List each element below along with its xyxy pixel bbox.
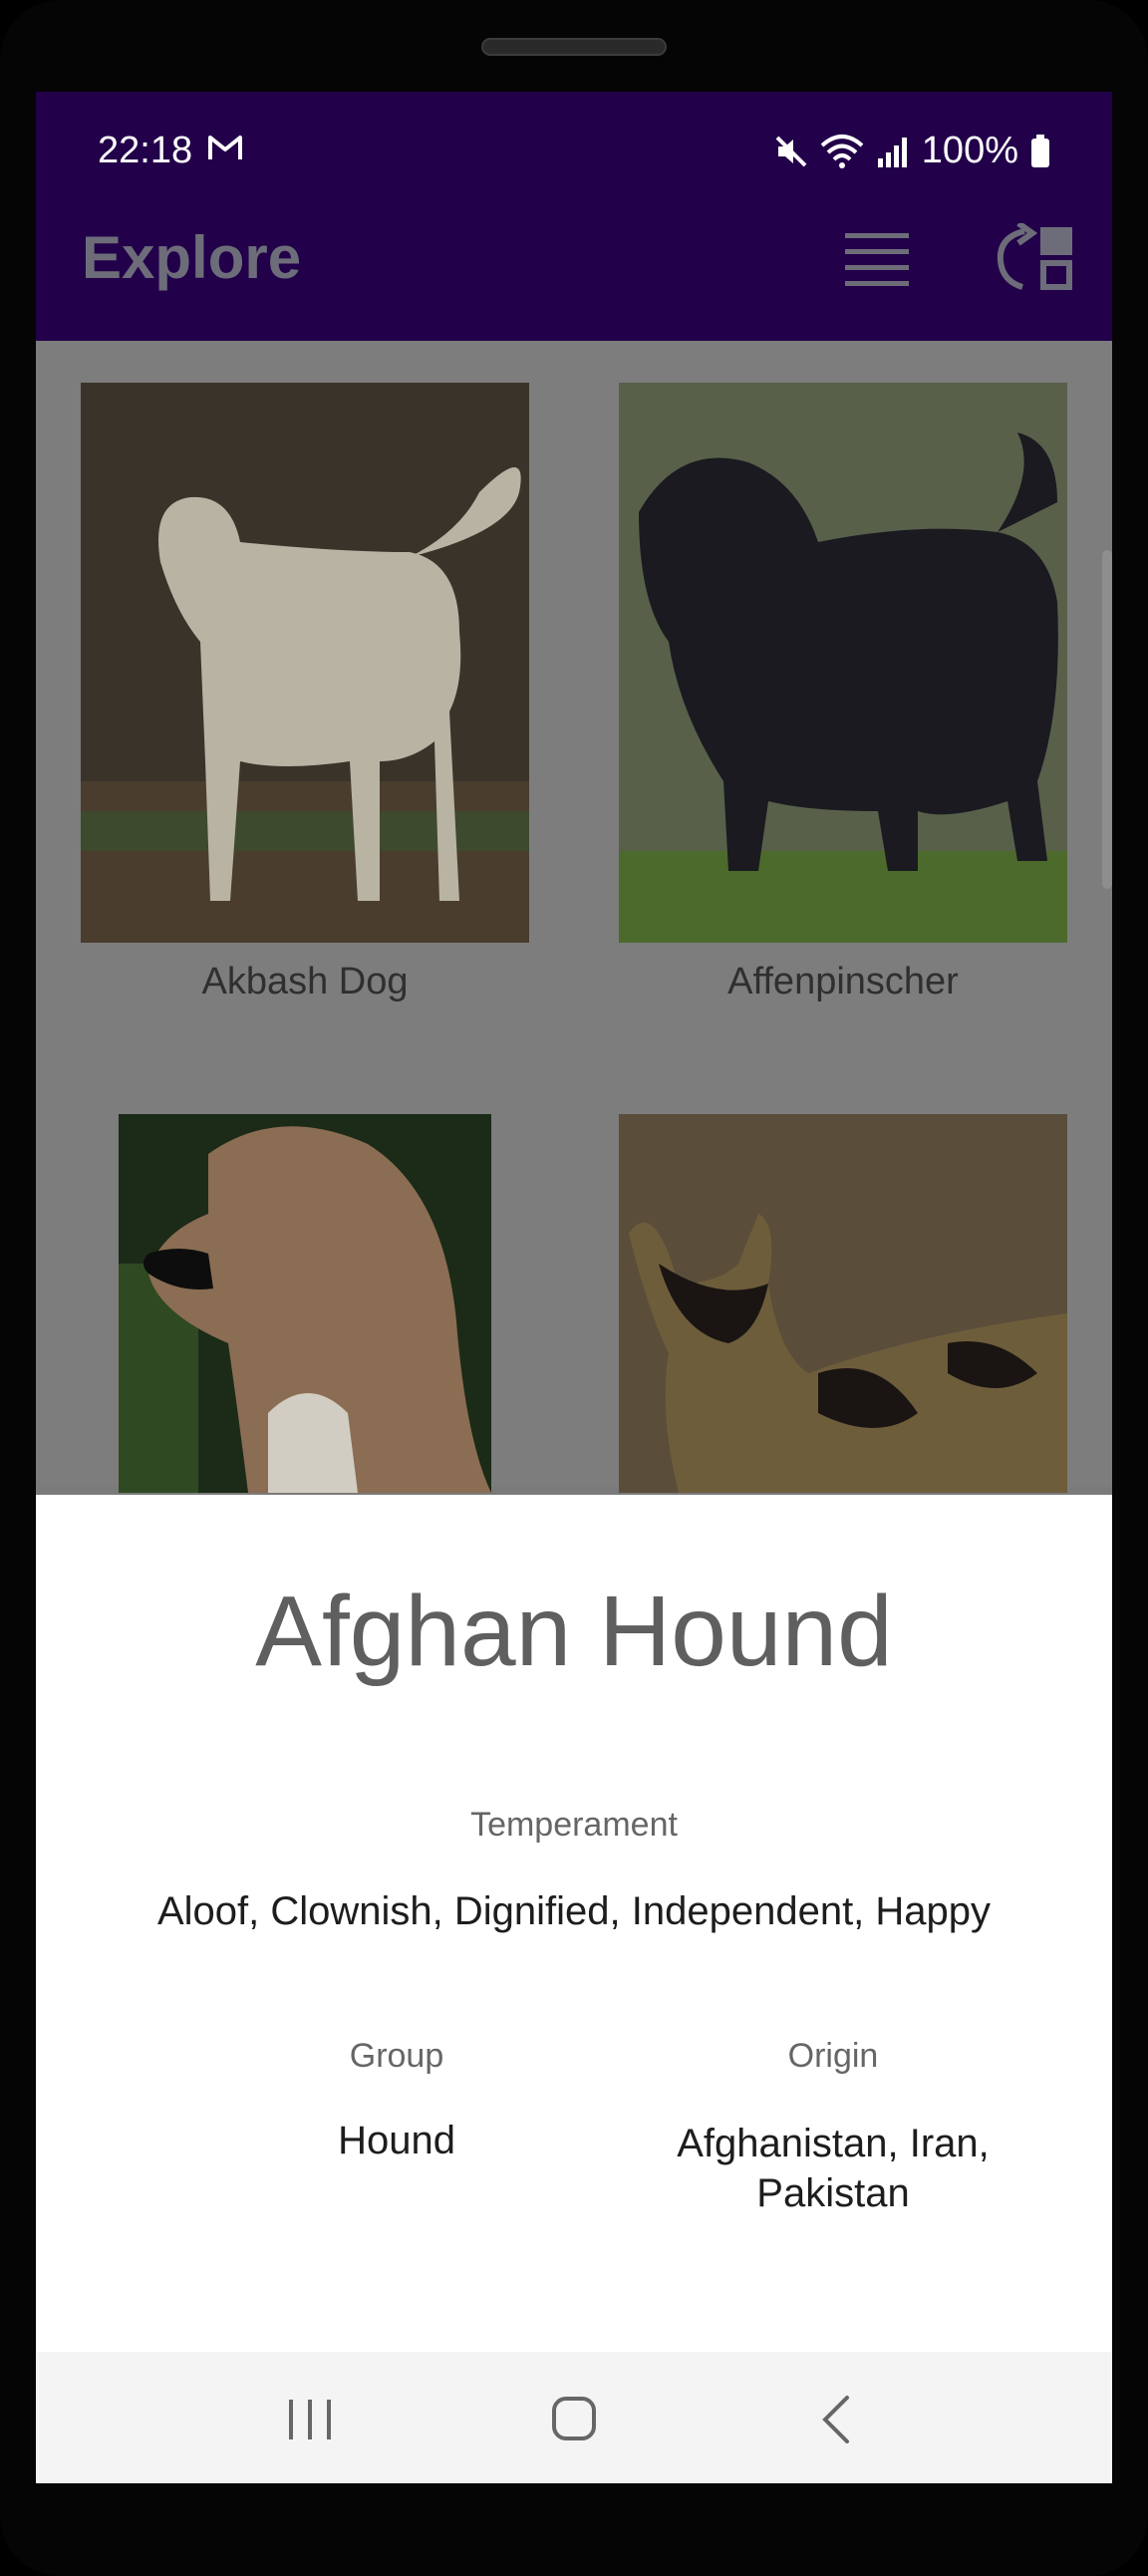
breed-name: Afghan Hound	[255, 1575, 893, 1687]
origin-label: Origin	[787, 2037, 879, 2075]
battery-percent: 100%	[921, 130, 1018, 171]
status-time: 22:18	[98, 130, 193, 171]
recents-icon[interactable]	[275, 2390, 345, 2449]
battery-icon	[1031, 134, 1049, 167]
home-icon[interactable]	[539, 2390, 609, 2449]
temperament-value: Aloof, Clownish, Dignified, Independent,…	[156, 1889, 992, 1933]
breed-detail-sheet: Afghan Hound Temperament Aloof, Clownish…	[36, 1495, 1112, 2352]
back-icon[interactable]	[803, 2390, 873, 2449]
origin-value: Afghanistan, Iran, Pakistan	[677, 2122, 990, 2215]
breed-card-image[interactable]	[619, 383, 1067, 943]
gmail-icon	[208, 136, 242, 159]
list-view-icon[interactable]	[843, 229, 911, 291]
page-title: Explore	[82, 224, 302, 291]
breed-grid: Akbash Dog Affenpinscher	[36, 341, 1112, 1493]
signal-icon	[877, 137, 907, 167]
status-bar: 22:18 100%	[36, 92, 1112, 183]
scrollbar[interactable]	[1102, 550, 1112, 889]
breed-card-label[interactable]: Akbash Dog	[81, 961, 529, 1003]
breed-card-image[interactable]	[119, 1114, 491, 1493]
breed-card-image[interactable]	[81, 383, 529, 943]
breed-card-label[interactable]: Affenpinscher	[619, 961, 1067, 1003]
speaker-grille	[481, 38, 667, 56]
system-nav-bar	[36, 2352, 1112, 2483]
group-value: Hound	[338, 2119, 455, 2162]
swap-layout-icon[interactable]	[993, 223, 1078, 293]
group-label: Group	[349, 2037, 444, 2075]
phone-frame: 22:18 100% Explore Akbash Dog Affenpinsc…	[0, 0, 1148, 2576]
app-bar: Explore	[36, 183, 1112, 341]
wifi-icon	[820, 134, 864, 168]
mute-icon	[775, 136, 807, 166]
temperament-label: Temperament	[470, 1806, 678, 1844]
status-icons: 100%	[774, 130, 1050, 172]
breed-card-image[interactable]	[619, 1114, 1067, 1493]
screen: 22:18 100% Explore Akbash Dog Affenpinsc…	[36, 92, 1112, 2483]
